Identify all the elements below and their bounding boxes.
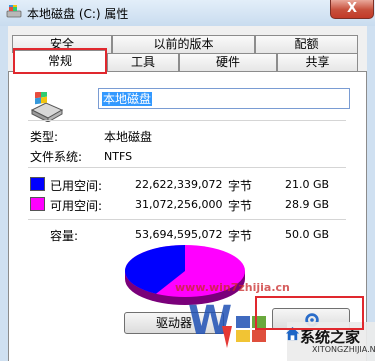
watermark-brand-sub: XITONGZHIJIA.NET [312,345,375,354]
filesystem-value: NTFS [104,150,133,163]
free-space-swatch [30,197,45,211]
window-title: 本地磁盘 (C:) 属性 [27,7,129,21]
free-space-unit: 字节 [228,199,253,213]
drive-name-input[interactable]: 本地磁盘 [98,88,350,109]
used-space-bytes: 22,622,339,072 [135,178,223,191]
title-bar: 本地磁盘 (C:) 属性 X [0,0,375,26]
filesystem-label: 文件系统: [30,150,83,164]
divider-bottom [28,219,346,220]
type-value: 本地磁盘 [104,130,153,144]
tab-tools[interactable]: 工具 [107,53,179,71]
tab-sharing[interactable]: 共享 [277,53,358,71]
tab-previous-versions[interactable]: 以前的版本 [112,35,255,53]
tab-general-highlight [13,48,107,74]
used-space-swatch [30,177,45,191]
hard-drive-icon [30,92,64,122]
capacity-label: 容量: [50,229,79,243]
action-button-highlight [255,296,364,330]
type-label: 类型: [30,130,59,144]
drive-name-text: 本地磁盘 [102,92,153,106]
window-frame-right [367,26,375,361]
tab-hardware[interactable]: 硬件 [179,53,277,71]
free-space-label: 可用空间: [50,199,103,213]
free-space-size: 28.9 GB [285,198,330,211]
drive-icon [6,5,22,18]
disk-cleanup-label: 驱动器 [155,316,192,330]
used-space-label: 已用空间: [50,179,103,193]
used-space-size: 21.0 GB [285,178,330,191]
close-button[interactable]: X [330,0,374,19]
divider-middle [28,167,346,168]
free-space-bytes: 31,072,256,000 [135,198,223,211]
capacity-size: 50.0 GB [285,228,330,241]
window-frame-left [0,26,8,361]
divider-top [28,120,346,121]
tab-quota[interactable]: 配额 [255,35,358,53]
used-space-unit: 字节 [228,179,253,193]
